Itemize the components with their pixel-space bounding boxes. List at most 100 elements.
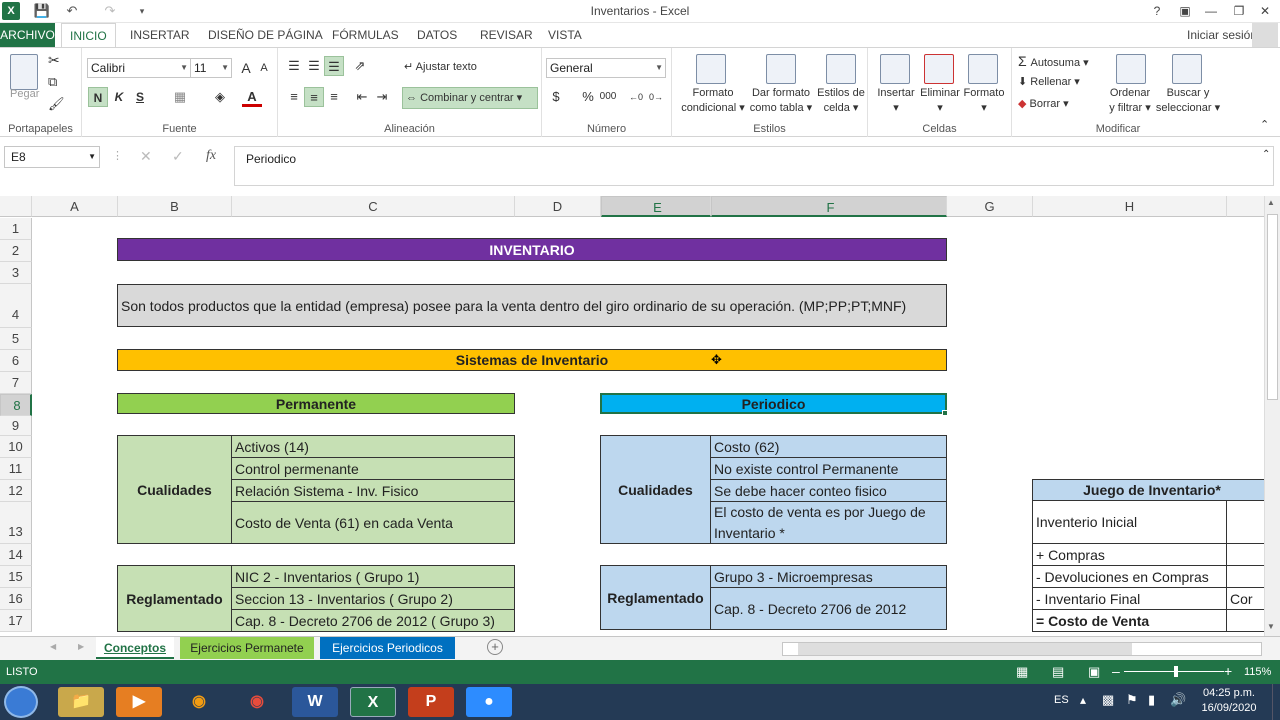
cell-styles-icon[interactable]: [826, 54, 856, 84]
conditional-format-button[interactable]: Formato condicional ▾: [678, 86, 748, 116]
select-all-corner[interactable]: [0, 196, 32, 217]
language-indicator[interactable]: ES: [1054, 694, 1069, 706]
permanent-quality-item[interactable]: Control permenante: [231, 457, 515, 480]
network-icon[interactable]: ▩: [1102, 692, 1114, 708]
zoom-app-icon[interactable]: ●: [466, 687, 512, 717]
periodic-quality-item[interactable]: El costo de venta es por Juego de Invent…: [710, 501, 947, 544]
autosum-button[interactable]: Σ Autosuma ▾: [1018, 53, 1089, 69]
chrome-icon[interactable]: ◉: [234, 687, 280, 717]
normal-view-icon[interactable]: ▦: [1016, 664, 1028, 680]
number-format-select[interactable]: General ▼: [546, 58, 666, 78]
row-header[interactable]: 10: [0, 436, 32, 458]
permanent-regulation-item[interactable]: Seccion 13 - Inventarios ( Grupo 2): [231, 587, 515, 610]
game-inventory-value[interactable]: [1226, 500, 1264, 544]
increase-font-icon[interactable]: A: [236, 58, 256, 78]
start-button-icon[interactable]: [4, 686, 38, 718]
decrease-decimal-icon[interactable]: 0→: [646, 87, 666, 107]
periodico-header-selected[interactable]: Periodico: [600, 393, 947, 414]
increase-indent-icon[interactable]: ⇥: [372, 87, 392, 107]
col-header-d[interactable]: D: [515, 196, 601, 217]
permanent-qualities-label[interactable]: Cualidades: [117, 435, 232, 544]
col-header-h[interactable]: H: [1033, 196, 1227, 217]
next-sheet-icon[interactable]: ▶: [78, 642, 84, 651]
cell-styles-button[interactable]: Estilos de celda ▾: [814, 86, 868, 116]
row-header[interactable]: 12: [0, 480, 32, 502]
tab-datos[interactable]: DATOS: [409, 23, 465, 47]
page-layout-icon[interactable]: ▤: [1052, 664, 1064, 680]
game-inventory-item[interactable]: - Devoluciones en Compras: [1032, 565, 1227, 588]
format-table-icon[interactable]: [766, 54, 796, 84]
find-select-button[interactable]: Buscar y seleccionar ▾: [1152, 86, 1224, 116]
scroll-down-icon[interactable]: ▼: [1267, 622, 1275, 631]
format-cells-icon[interactable]: [968, 54, 998, 84]
battery-icon[interactable]: ▮: [1148, 692, 1155, 708]
currency-button[interactable]: $: [546, 87, 566, 107]
periodic-qualities-label[interactable]: Cualidades: [600, 435, 711, 544]
col-header-e[interactable]: E: [601, 196, 711, 217]
align-bottom-icon[interactable]: ☰: [324, 56, 344, 76]
permanent-quality-item[interactable]: Relación Sistema - Inv. Fisico: [231, 479, 515, 502]
game-inventory-value[interactable]: Cor: [1226, 587, 1264, 610]
flag-icon[interactable]: ⚑: [1126, 692, 1138, 708]
row-header[interactable]: 3: [0, 262, 32, 284]
permanent-quality-item[interactable]: Activos (14): [231, 435, 515, 458]
row-header[interactable]: 17: [0, 610, 32, 632]
page-break-icon[interactable]: ▣: [1088, 664, 1100, 680]
cut-icon[interactable]: ✂: [48, 52, 60, 69]
col-header-a[interactable]: A: [32, 196, 118, 217]
font-name-select[interactable]: Calibri ▼: [87, 58, 191, 78]
row-header[interactable]: 11: [0, 458, 32, 480]
add-sheet-icon[interactable]: +: [487, 639, 503, 655]
insert-function-button[interactable]: fx: [206, 148, 216, 164]
insert-cells-icon[interactable]: [880, 54, 910, 84]
col-header-i[interactable]: [1227, 196, 1264, 217]
fill-button[interactable]: ⬇ Rellenar ▾: [1018, 75, 1080, 88]
periodic-quality-item[interactable]: Se debe hacer conteo fisico: [710, 479, 947, 502]
format-painter-icon[interactable]: 🖌: [48, 96, 65, 112]
sheet-tab-ejercicios-periodicos[interactable]: Ejercicios Periodicos: [320, 637, 455, 659]
row-header[interactable]: 4: [0, 284, 32, 328]
scroll-up-icon[interactable]: ▲: [1267, 198, 1275, 207]
delete-cells-button[interactable]: Eliminar ▾: [918, 86, 962, 116]
sort-filter-icon[interactable]: [1116, 54, 1146, 84]
borders-icon[interactable]: ▦: [170, 87, 190, 107]
clock-time[interactable]: 04:25 p.m.: [1198, 687, 1260, 699]
row-header[interactable]: 8: [0, 394, 32, 416]
format-as-table-button[interactable]: Dar formato como tabla ▾: [746, 86, 816, 116]
orientation-icon[interactable]: ⇗: [350, 56, 370, 76]
align-center-icon[interactable]: ≡: [304, 87, 324, 107]
word-icon[interactable]: W: [292, 687, 338, 717]
close-icon[interactable]: ✕: [1252, 1, 1278, 21]
periodic-regulation-item[interactable]: Cap. 8 - Decreto 2706 de 2012: [710, 587, 947, 630]
underline-button[interactable]: S: [130, 87, 150, 107]
sheet-tab-ejercicios-permanente[interactable]: Ejercicios Permanete: [180, 637, 314, 659]
game-inventory-value[interactable]: [1226, 565, 1264, 588]
align-left-icon[interactable]: ≡: [284, 87, 304, 107]
game-inventory-header[interactable]: Juego de Inventario*: [1032, 479, 1264, 501]
restore-icon[interactable]: ❐: [1226, 1, 1252, 21]
scroll-thumb[interactable]: [1267, 214, 1278, 400]
decrease-indent-icon[interactable]: ⇤: [352, 87, 372, 107]
collapse-formula-icon[interactable]: ⌃: [1262, 149, 1270, 160]
h-scroll-thumb[interactable]: [798, 643, 1132, 655]
row-header[interactable]: 9: [0, 416, 32, 436]
row-header[interactable]: 15: [0, 566, 32, 588]
periodic-quality-item[interactable]: No existe control Permanente: [710, 457, 947, 480]
row-header[interactable]: 14: [0, 544, 32, 566]
clear-button[interactable]: ◆ Borrar ▾: [1018, 97, 1069, 110]
tab-formulas[interactable]: FÓRMULAS: [324, 23, 407, 47]
inventario-title[interactable]: INVENTARIO: [117, 238, 947, 261]
show-desktop-button[interactable]: [1272, 684, 1280, 720]
col-header-b[interactable]: B: [118, 196, 232, 217]
zoom-slider-thumb[interactable]: [1174, 666, 1178, 677]
tray-arrow-icon[interactable]: ▴: [1080, 693, 1086, 707]
row-header[interactable]: 6: [0, 350, 32, 372]
vertical-scrollbar[interactable]: ▲ ▼: [1264, 196, 1280, 636]
paste-icon[interactable]: [10, 54, 38, 90]
delete-cells-icon[interactable]: [924, 54, 954, 84]
zoom-out-icon[interactable]: –: [1112, 663, 1120, 679]
tab-insertar[interactable]: INSERTAR: [122, 23, 198, 47]
prev-sheet-icon[interactable]: ◀: [50, 642, 56, 651]
col-header-c[interactable]: C: [232, 196, 515, 217]
ribbon-display-icon[interactable]: ▣: [1172, 1, 1198, 21]
